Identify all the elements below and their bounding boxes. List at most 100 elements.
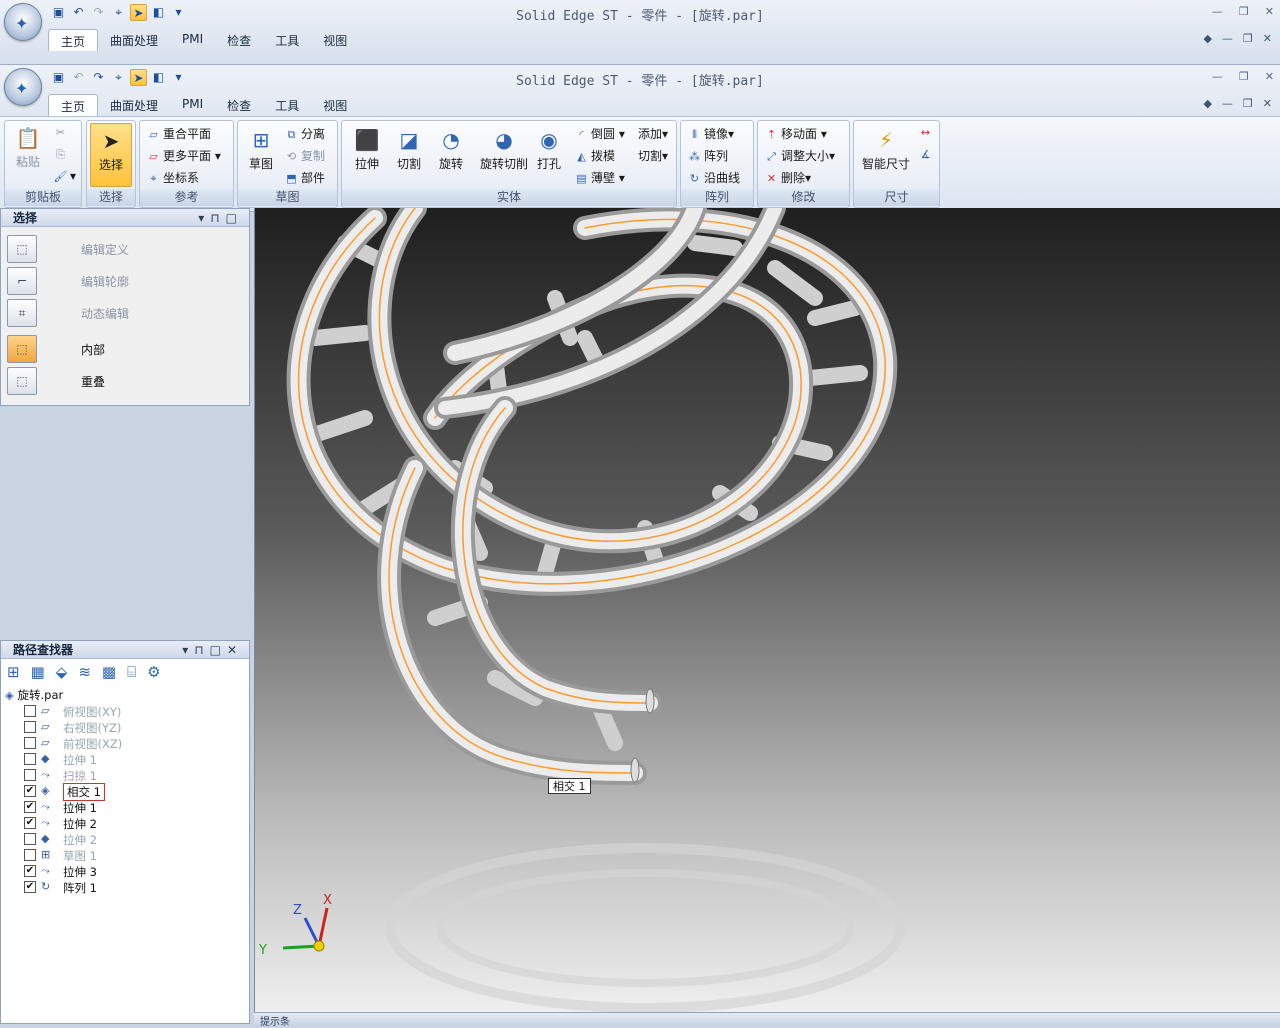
coordinate-system-button[interactable]: ⌖ 坐标系 (146, 169, 199, 186)
tab-tools[interactable]: 工具 (263, 94, 311, 116)
part-button[interactable]: ⬒ 部件 (284, 169, 325, 186)
tab-pmi[interactable]: PMI (170, 94, 215, 116)
visibility-checkbox[interactable] (24, 769, 36, 781)
delete-button[interactable]: ✕ 删除▾ (764, 169, 811, 186)
select-button[interactable]: ➤ 选择 (90, 123, 132, 187)
add-button[interactable]: 添加▾ (638, 125, 668, 142)
back-tab-home[interactable]: 主页 (48, 29, 99, 51)
smart-dimension-button[interactable]: ⚡ 智能尺寸 (858, 123, 914, 172)
tab-surfacing[interactable]: 曲面处理 (98, 94, 170, 116)
separate-button[interactable]: ⧉ 分离 (284, 125, 325, 142)
tab-home[interactable]: 主页 (48, 94, 99, 116)
close-icon[interactable]: ✕ (1265, 5, 1274, 18)
minimize-icon[interactable]: — (1212, 70, 1223, 83)
tree-view-icon[interactable]: ⊞ (7, 663, 20, 681)
extrude-button[interactable]: ⬛ 拉伸 (346, 123, 388, 172)
tree-item[interactable]: ✔ ↻ 阵列 1 (1, 879, 241, 895)
assembly-icon[interactable]: ⬙ (56, 663, 68, 681)
visibility-checkbox[interactable]: ✔ (24, 865, 36, 877)
close-icon[interactable]: ✕ (1265, 70, 1274, 83)
tree-item[interactable]: ✔ ⤳ 拉伸 1 (1, 799, 241, 815)
tree-item[interactable]: ▱ 右视图(YZ) (1, 719, 241, 735)
tree-item[interactable]: ✔ ⤳ 拉伸 3 (1, 863, 241, 879)
draft-button[interactable]: ◭ 拨模 (574, 147, 615, 164)
mdi-close-icon[interactable]: ✕ (1263, 97, 1272, 110)
visibility-checkbox[interactable]: ✔ (24, 817, 36, 829)
visibility-checkbox[interactable] (24, 833, 36, 845)
inside-item[interactable]: ⬚ 内部 (7, 335, 243, 363)
filter-icon[interactable]: ⌸ (127, 663, 136, 681)
tree-item[interactable]: ⊞ 草图 1 (1, 847, 241, 863)
tree-item[interactable]: ▱ 俯视图(XY) (1, 703, 241, 719)
cut-button[interactable]: ◪ 切割 (388, 123, 430, 172)
hole-button[interactable]: ◉ 打孔 (528, 123, 570, 172)
overlap-item[interactable]: ⬚ 重叠 (7, 367, 243, 395)
tree-root[interactable]: ◈ 旋转.par (5, 687, 63, 703)
tree-item[interactable]: ▱ 前视图(XZ) (1, 735, 241, 751)
tab-view[interactable]: 视图 (311, 94, 359, 116)
round-button[interactable]: ◜ 倒圆 ▾ (574, 125, 625, 142)
restore-icon[interactable]: ❐ (1239, 5, 1249, 18)
layers-icon[interactable]: ≋ (78, 663, 91, 681)
visibility-checkbox[interactable] (24, 753, 36, 765)
application-button[interactable]: ✦ (4, 3, 42, 41)
tree-item[interactable]: ◆ 拉伸 1 (1, 751, 241, 767)
format-painter-button[interactable]: 🖌 ▾ (53, 169, 77, 184)
back-tab-view[interactable]: 视图 (311, 29, 359, 51)
visibility-checkbox[interactable]: ✔ (24, 801, 36, 813)
help-icon[interactable]: ◆ (1203, 32, 1211, 45)
dynamic-edit-item[interactable]: ⌗ 动态编辑 (7, 299, 243, 327)
mdi-minimize-icon[interactable]: — (1222, 97, 1233, 110)
colors-icon[interactable]: ▩ (102, 663, 116, 681)
visibility-checkbox[interactable] (24, 737, 36, 749)
tree-item[interactable]: ✔ ⤳ 拉伸 2 (1, 815, 241, 831)
coincident-plane-button[interactable]: ▱ 重合平面 (146, 125, 211, 142)
model-view[interactable]: Y Z X (255, 208, 1280, 1012)
mdi-close-icon[interactable]: ✕ (1263, 32, 1272, 45)
cut-dropdown-button[interactable]: 切割▾ (638, 147, 668, 164)
back-tab-tools[interactable]: 工具 (263, 29, 311, 51)
pattern-button[interactable]: ⁂ 阵列 (687, 147, 728, 164)
visibility-checkbox[interactable] (24, 849, 36, 861)
tree-item[interactable]: ◆ 拉伸 2 (1, 831, 241, 847)
application-button[interactable]: ✦ (4, 68, 42, 106)
tree-item[interactable]: ⤳ 扫掠 1 (1, 767, 241, 783)
feature-view-icon[interactable]: ▦ (31, 663, 45, 681)
copy-button[interactable]: ⟲ 复制 (284, 147, 325, 164)
copy-small-button[interactable]: ⎘ (53, 147, 70, 162)
pathfinder-controls[interactable]: ▾⊓□✕ (182, 641, 243, 659)
revolve-cut-button[interactable]: ◕ 旋转切削 (476, 123, 532, 172)
tree-item[interactable]: ✔ ◈ 相交 1 (1, 783, 241, 801)
dimension-between-button[interactable]: ↔ (918, 125, 935, 140)
mdi-restore-icon[interactable]: ❐ (1243, 97, 1253, 110)
cut-small-button[interactable]: ✂ (53, 125, 70, 140)
thin-wall-button[interactable]: ▤ 薄壁 ▾ (574, 169, 625, 186)
visibility-checkbox[interactable]: ✔ (24, 785, 36, 797)
mdi-restore-icon[interactable]: ❐ (1243, 32, 1253, 45)
resize-button[interactable]: ⤢ 调整大小▾ (764, 147, 835, 164)
graphics-viewport[interactable]: Y Z X 相交 1 (254, 208, 1280, 1012)
edit-definition-item[interactable]: ⬚ 编辑定义 (7, 235, 243, 263)
more-planes-button[interactable]: ▱ 更多平面 ▾ (146, 147, 221, 164)
along-curve-button[interactable]: ↻ 沿曲线 (687, 169, 740, 186)
angle-dimension-button[interactable]: ∡ (918, 147, 935, 162)
visibility-checkbox[interactable] (24, 721, 36, 733)
help-icon[interactable]: ◆ (1203, 97, 1211, 110)
edit-profile-item[interactable]: ⌐ 编辑轮廓 (7, 267, 243, 295)
back-tab-surfacing[interactable]: 曲面处理 (98, 29, 170, 51)
settings-icon[interactable]: ⚙ (147, 663, 160, 681)
mirror-button[interactable]: ⫴ 镜像▾ (687, 125, 734, 142)
panel-controls[interactable]: ▾⊓□ (198, 209, 243, 227)
back-tab-pmi[interactable]: PMI (170, 29, 215, 51)
revolve-button[interactable]: ◔ 旋转 (430, 123, 472, 172)
visibility-checkbox[interactable]: ✔ (24, 881, 36, 893)
move-face-button[interactable]: ⇡ 移动面 ▾ (764, 125, 827, 142)
minimize-icon[interactable]: — (1212, 5, 1223, 18)
restore-icon[interactable]: ❐ (1239, 70, 1249, 83)
back-tab-inspect[interactable]: 检查 (215, 29, 263, 51)
paste-button[interactable]: 📋 粘贴 (7, 121, 49, 170)
sketch-button[interactable]: ⊞ 草图 (240, 123, 282, 172)
tab-inspect[interactable]: 检查 (215, 94, 263, 116)
visibility-checkbox[interactable] (24, 705, 36, 717)
mdi-minimize-icon[interactable]: — (1222, 32, 1233, 45)
